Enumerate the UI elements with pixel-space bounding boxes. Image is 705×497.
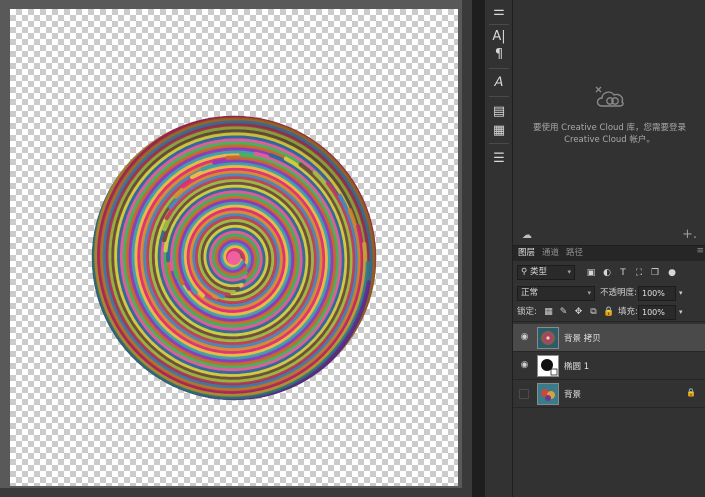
creative-cloud-icon [595,86,624,107]
paragraph-icon[interactable]: ¶ [485,43,513,65]
layer-thumbnail [537,327,559,349]
layer-row-background[interactable]: 背景 🔒 [513,380,705,408]
properties-icon[interactable]: ☰ [485,147,513,169]
filter-kind-label: 类型 [529,267,547,277]
chevron-down-icon: ▾ [587,289,591,297]
layers-panel: 图层 通道 路径 ≡ ⚲ 类型 ▾ ▣ ◐ T ⛶ ❐ ● 正常 ▾ 不透明度:… [513,245,705,497]
layer-name: 背景 [564,390,582,400]
opacity-label: 不透明度: [600,288,637,298]
layer-row-ellipse[interactable]: ◉ 椭圆 1 [513,352,705,380]
layers-tabs: 图层 通道 路径 ≡ [513,246,705,261]
panel-toolstrip: ⚌ A| ¶ 𝘈 ▤ ▦ ☰ [484,0,512,497]
filter-row: ⚲ 类型 ▾ ▣ ◐ T ⛶ ❐ ● [513,263,705,283]
libraries-footer: ☁ +. [513,227,705,244]
type-filter-icon[interactable]: T [617,267,629,279]
shape-filter-icon[interactable]: ⛶ [633,267,645,279]
document-canvas[interactable] [10,9,458,486]
smart-object-filter-icon[interactable]: ❐ [649,267,661,279]
opacity-input[interactable]: 100% [638,286,676,301]
tab-paths[interactable]: 路径 [566,247,583,260]
canvas-area [0,0,472,497]
thumb-swirl [541,331,555,345]
document-icon[interactable]: ▦ [485,119,513,141]
tab-layers[interactable]: 图层 [518,247,535,260]
lock-pixels-icon[interactable]: ✎ [558,307,569,318]
search-icon: ⚲ [521,267,528,277]
divider [489,96,509,97]
horizontal-scrollbar[interactable] [0,488,462,497]
panel-menu-icon[interactable]: ≡ [696,246,704,256]
add-library-button[interactable]: +. [682,227,697,242]
glyph-icon[interactable]: 𝘈 [485,71,513,93]
pixel-filter-icon[interactable]: ▣ [585,267,597,279]
lock-icon: 🔒 [686,388,696,397]
filter-kind-dropdown[interactable]: ⚲ 类型 ▾ [517,265,575,280]
tab-channels[interactable]: 通道 [542,247,559,260]
panel-divider [472,0,484,497]
fill-label: 填充: [618,307,638,317]
chevron-down-icon[interactable]: ▾ [679,305,683,320]
eye-icon[interactable]: ◉ [519,360,530,371]
divider [489,68,509,69]
layer-name: 背景 拷贝 [564,334,601,344]
blend-row: 正常 ▾ 不透明度: 100% ▾ [513,284,705,304]
right-panel-dock: 要使用 Creative Cloud 库，您需要登录 Creative Clou… [512,0,705,497]
layer-thumbnail [537,355,559,377]
divider [489,143,509,144]
adjust-icon[interactable]: ⚌ [485,0,513,22]
blend-mode-value: 正常 [521,288,539,298]
layer-thumbnail [537,383,559,405]
fill-input[interactable]: 100% [638,305,676,320]
visibility-toggle[interactable] [519,389,529,399]
lock-position-icon[interactable]: ✥ [573,307,584,318]
thumb-ellipse [541,359,558,376]
adjustment-filter-icon[interactable]: ◐ [601,267,613,279]
cloud-icon[interactable]: ☁ [522,230,532,241]
chevron-down-icon: ▾ [567,268,571,276]
cc-login-message: 要使用 Creative Cloud 库，您需要登录 Creative Clou… [532,123,687,145]
libraries-panel: 要使用 Creative Cloud 库，您需要登录 Creative Clou… [513,0,705,245]
chevron-down-icon[interactable]: ▾ [679,286,683,301]
eye-icon[interactable]: ◉ [519,332,530,343]
layer-name: 椭圆 1 [564,362,590,372]
thumb-background [541,389,555,401]
lock-transparent-icon[interactable]: ▦ [543,307,554,318]
lock-all-icon[interactable]: 🔒 [603,307,614,318]
swirl-artwork [91,115,377,401]
photoshop-window: ⚌ A| ¶ 𝘈 ▤ ▦ ☰ 要使用 Creative Cloud 库，您需要登… [0,0,705,497]
lock-row: 锁定: ▦ ✎ ✥ ⧉ 🔒 填充: 100% ▾ [513,304,705,322]
filter-toggle-icon[interactable]: ● [666,267,678,279]
vertical-scrollbar[interactable] [462,0,472,497]
layer-row-background-copy[interactable]: ◉ 背景 拷贝 [513,324,705,352]
blend-mode-dropdown[interactable]: 正常 ▾ [517,286,595,301]
lock-label: 锁定: [517,307,537,317]
lock-artboard-icon[interactable]: ⧉ [588,307,599,318]
